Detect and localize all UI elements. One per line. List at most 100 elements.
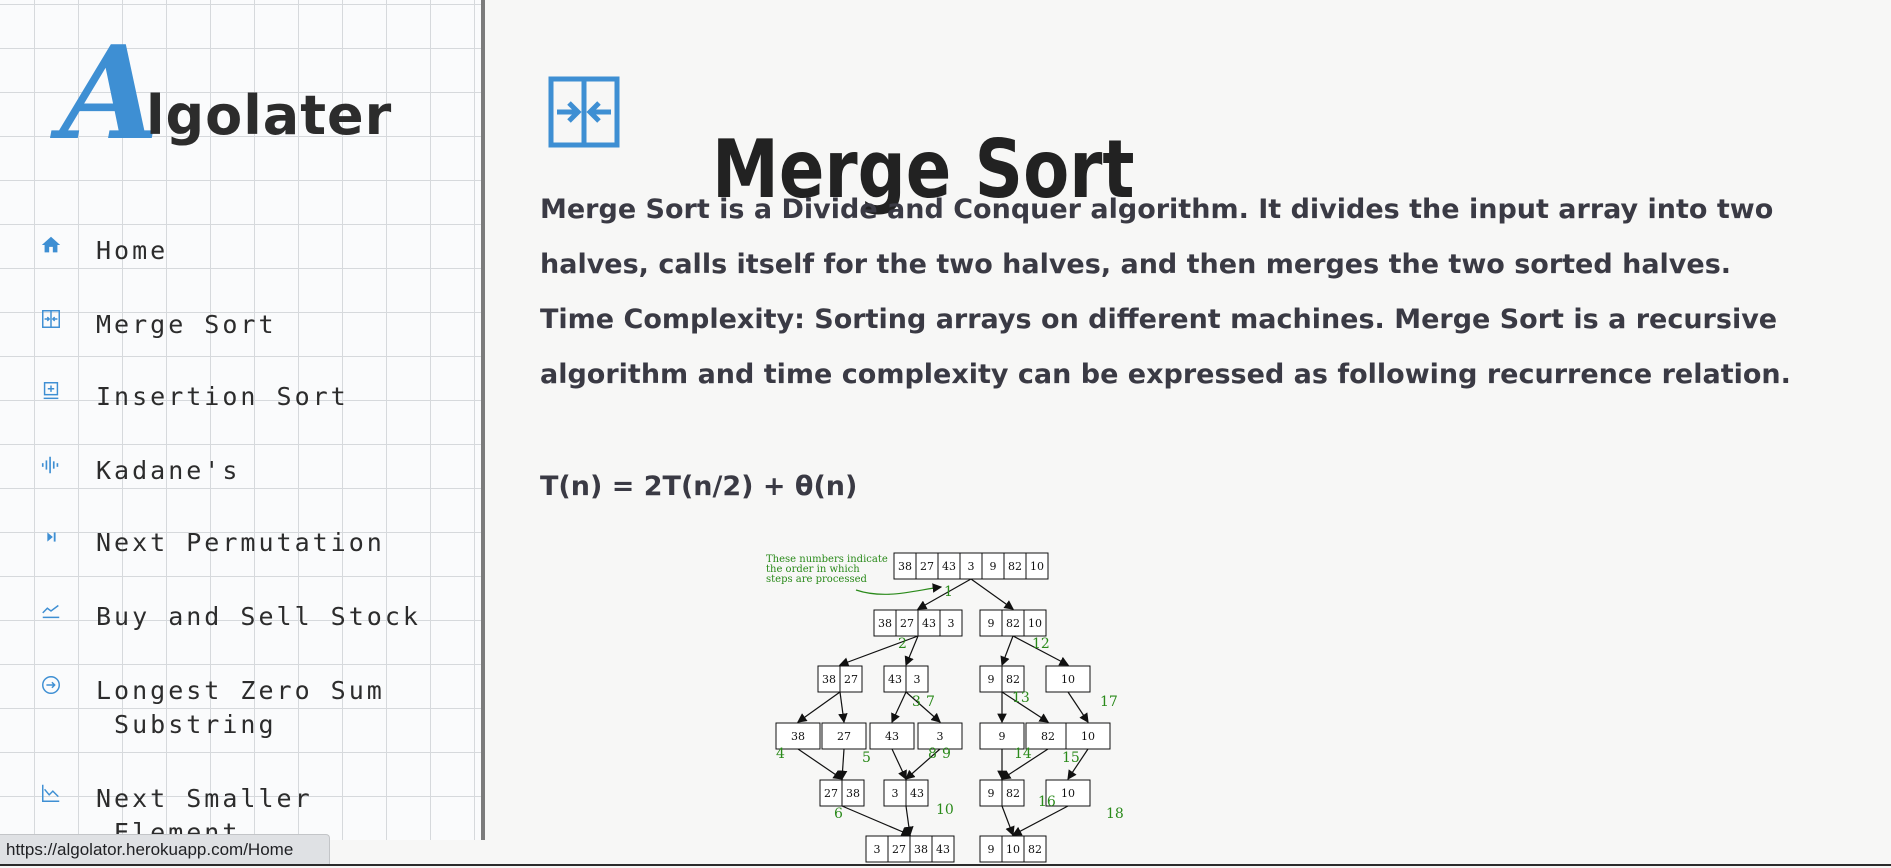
array-cell: 43 [888,673,902,686]
array-cell: 27 [824,787,838,800]
tree-edge [891,748,907,781]
sidebar: A lgolater Home Merge Sort Insertion Sor… [0,0,481,840]
array-cell: 43 [885,730,899,743]
chart-down-icon [40,782,62,804]
array-cell: 10 [1061,787,1075,800]
array-cell: 3 [914,673,921,686]
step-number: 12 [1032,636,1050,652]
array-box: 3 [917,722,963,750]
sidebar-item-next-smaller-element[interactable]: Next Smaller Element [0,782,440,840]
tree-edge [797,748,843,780]
step-number: 8 [928,746,937,762]
sidebar-item-label: Longest Zero Sum Substring [96,676,385,739]
array-cell: 82 [1006,673,1020,686]
array-cell: 10 [1030,560,1044,573]
sidebar-item-label: Buy and Sell Stock [96,602,421,631]
tree-edge [891,691,907,724]
array-cell: 9 [990,560,997,573]
step-number: 6 [834,806,843,822]
tree-edge [838,691,848,724]
array-cell: 3 [874,843,881,856]
tree-edge [837,748,848,781]
tree-edge [797,691,841,723]
description: Merge Sort is a Divide and Conquer algor… [540,182,1890,402]
step-number: 2 [898,636,907,652]
insert-icon [40,380,62,402]
array-box: 43 3 [883,665,929,693]
trending-icon [40,600,62,622]
array-cell: 27 [844,673,858,686]
description-text: Merge Sort is a Divide and Conquer algor… [540,194,1774,280]
array-box: 38 27 43 3 [873,609,963,637]
array-cell: 27 [920,560,934,573]
array-box: 43 [869,722,915,750]
array-box: 9 82 [979,665,1025,693]
sidebar-item-buy-sell-stock[interactable]: Buy and Sell Stock [0,600,440,640]
array-cell: 43 [942,560,956,573]
array-cell: 3 [892,787,899,800]
tree-edge [970,578,1014,610]
waveform-icon [40,454,62,476]
array-cell: 38 [822,673,836,686]
array-cell: 38 [914,843,928,856]
array-cell: 3 [948,617,955,630]
app-logo[interactable]: A lgolater [60,19,391,169]
array-cell: 3 [937,730,944,743]
diagram-note: steps are processed [766,574,868,585]
step-number: 3 [912,694,921,710]
step-number: 9 [942,746,951,762]
step-number: 1 [944,584,953,600]
array-cell: 38 [791,730,805,743]
sidebar-item-merge-sort[interactable]: Merge Sort [0,308,440,348]
step-number: 7 [926,694,935,710]
array-cell: 10 [1061,673,1075,686]
logo-letter: A [60,19,160,169]
sidebar-item-next-permutation[interactable]: Next Permutation [0,526,440,566]
array-box: 10 [1045,665,1091,693]
array-cell: 82 [1028,843,1042,856]
tree-edge [1001,805,1015,837]
step-number: 16 [1038,794,1056,810]
sidebar-item-insertion-sort[interactable]: Insertion Sort [0,380,440,420]
sidebar-item-label: Kadane's [96,456,241,485]
array-box: 3 43 [883,779,929,807]
step-number: 18 [1106,806,1124,822]
array-cell: 38 [846,787,860,800]
array-cell: 43 [922,617,936,630]
skip-next-icon [40,526,62,548]
array-cell: 38 [898,560,912,573]
array-cell: 9 [988,843,995,856]
array-box: 9 82 10 [979,609,1047,637]
arrow-circle-icon [40,674,62,696]
sidebar-item-label: Home [96,236,169,265]
array-cell: 3 [968,560,975,573]
array-box: 9 10 82 [979,835,1047,863]
array-box: 10 [1065,722,1111,750]
step-number: 14 [1014,746,1032,762]
sidebar-item-kadanes[interactable]: Kadane's [0,454,440,494]
sidebar-item-label: Merge Sort [96,310,277,339]
array-cell: 82 [1006,617,1020,630]
step-number: 4 [776,746,785,762]
array-box: 3 27 38 43 [865,835,955,863]
home-icon [40,234,62,256]
array-cell: 82 [1041,730,1055,743]
sidebar-divider [481,0,485,840]
sidebar-item-label: Next Permutation [96,528,385,557]
array-cell: 9 [988,673,995,686]
sidebar-item-longest-zero-sum[interactable]: Longest Zero Sum Substring [0,674,440,748]
array-cell: 9 [999,730,1006,743]
status-url: https://algolator.herokuapp.com/Home [0,834,330,864]
array-box: 38 27 43 3 9 82 10 [893,552,1049,580]
step-number: 15 [1062,750,1080,766]
array-cell: 38 [878,617,892,630]
merge-icon [548,76,620,148]
tree-edge [1011,805,1069,836]
array-cell: 9 [988,787,995,800]
sidebar-item-label: Next Smaller Element [96,784,313,840]
complexity-text: Time Complexity: Sorting arrays on diffe… [540,304,1791,390]
tree-edge [904,805,914,837]
step-number: 13 [1012,690,1030,706]
sidebar-item-home[interactable]: Home [0,234,440,274]
array-cell: 82 [1006,787,1020,800]
